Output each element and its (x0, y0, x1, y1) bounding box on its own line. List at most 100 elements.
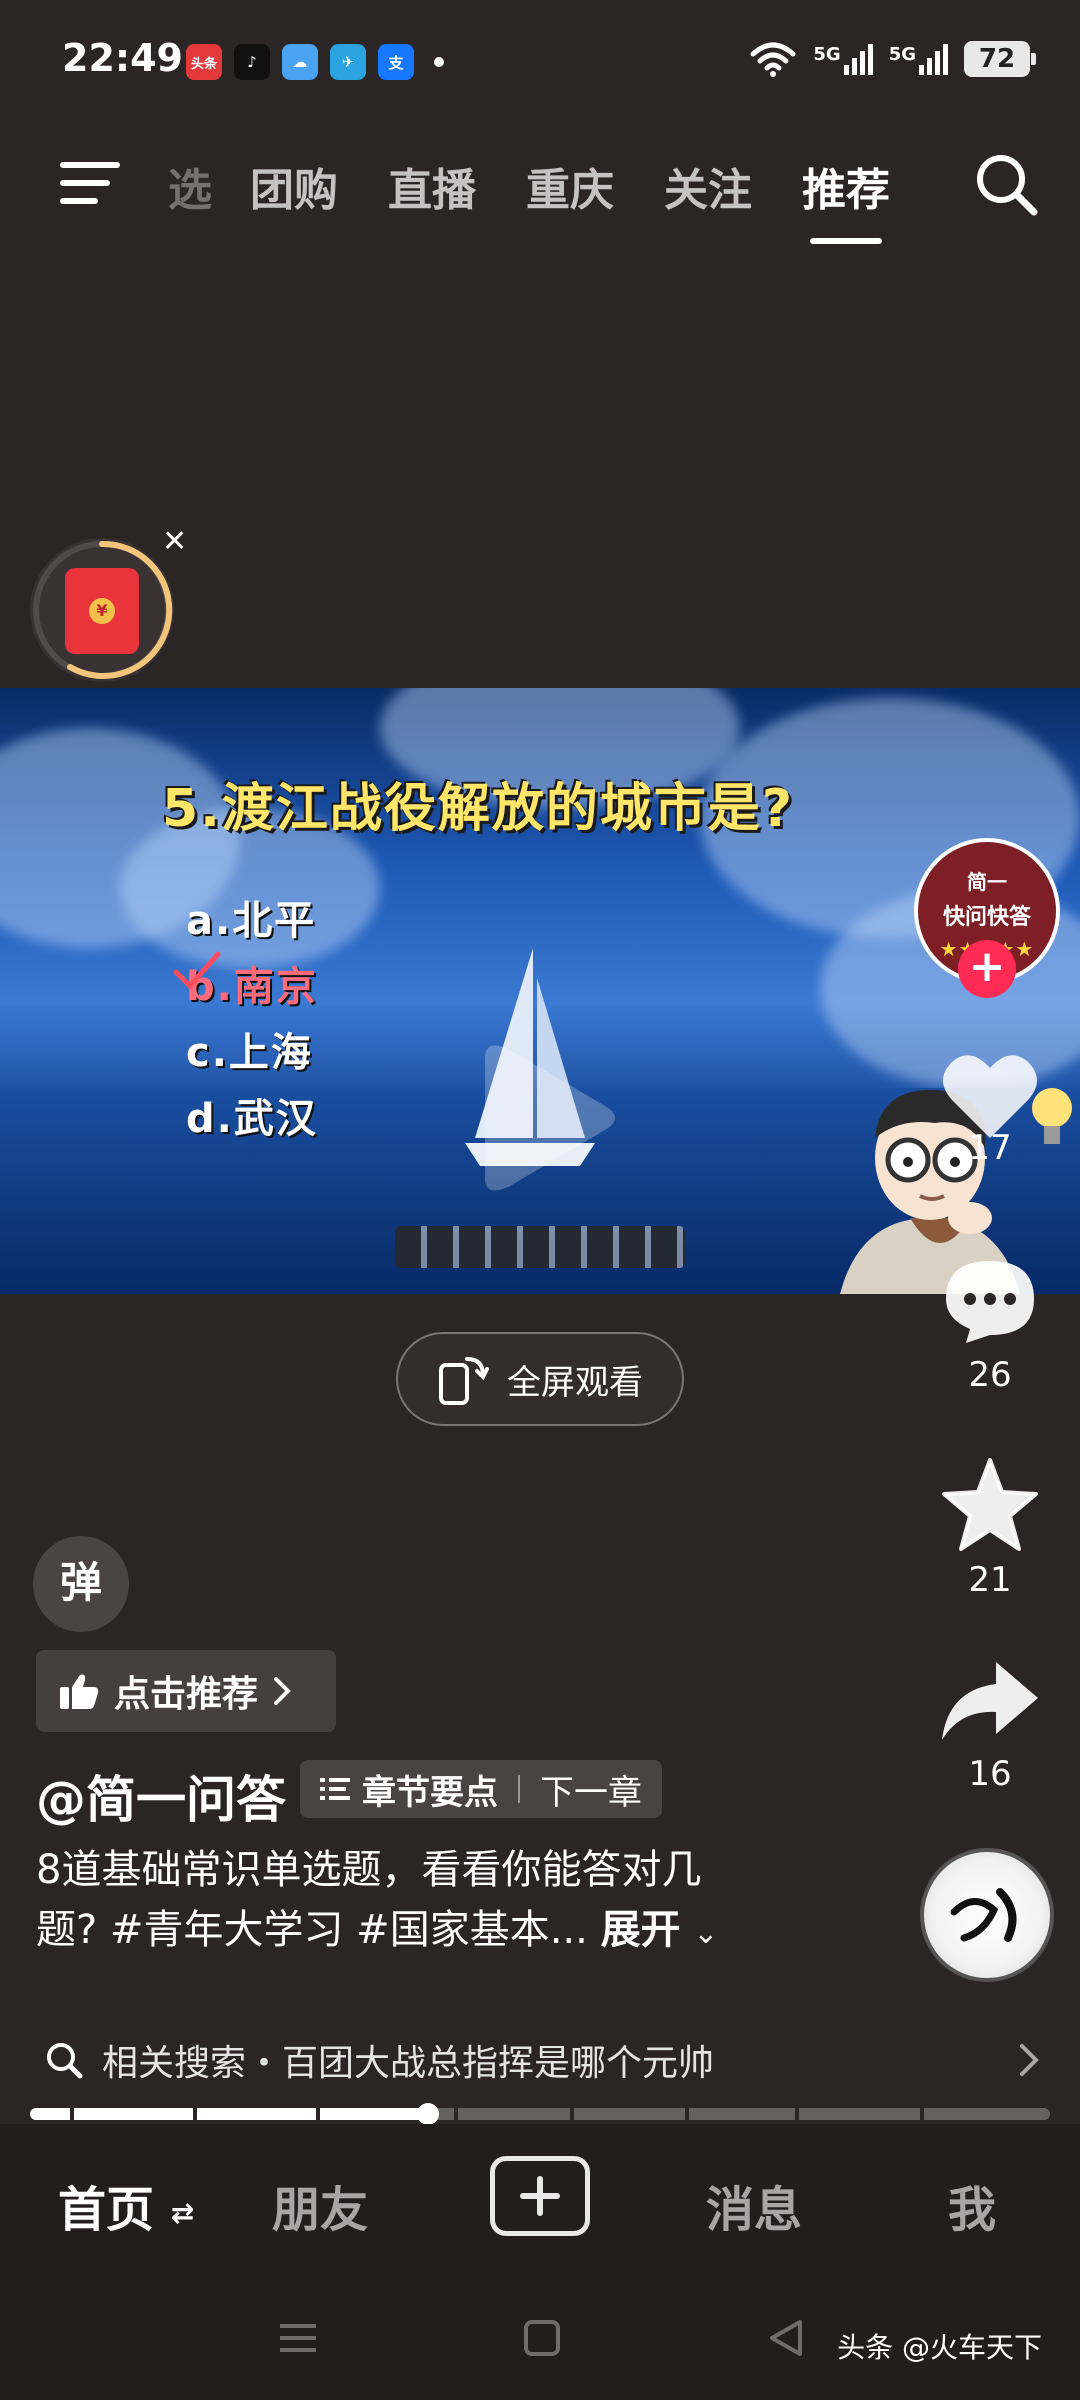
search-icon (47, 2043, 83, 2079)
list-icon (320, 1778, 350, 1800)
chevron-down-icon[interactable]: ⌄ (693, 1916, 718, 1951)
watermark: 头条 @火车天下 (837, 2331, 1042, 2364)
network-type-1: 5G (813, 43, 841, 65)
battery-icon: 72 (964, 41, 1036, 77)
rotate-screen-icon (439, 1357, 489, 1405)
system-nav-bar: 头条 @火车天下 (0, 2274, 1080, 2400)
follow-button[interactable]: + (958, 940, 1016, 998)
tab-jingxuan[interactable]: 选 (155, 154, 225, 218)
weather-icon: ☁ (282, 44, 318, 80)
quiz-option-c: c.上海 (186, 1030, 313, 1076)
play-icon[interactable] (455, 1038, 625, 1198)
more-notifications-dot (434, 57, 444, 67)
fullscreen-button[interactable]: 全屏观看 (396, 1332, 684, 1426)
quiz-option-d: d.武汉 (186, 1096, 318, 1142)
calligraphy-icon (950, 1888, 1017, 1942)
progress-tick (920, 2108, 924, 2120)
tab-guanzhu[interactable]: 关注 (639, 154, 777, 218)
yuan-coin-icon: ¥ (89, 598, 115, 624)
status-indicators: 5G 5G 72 (749, 40, 1036, 78)
status-time: 22:49 (62, 36, 183, 80)
red-packet-widget[interactable]: ¥ (30, 538, 174, 682)
chapter-pill[interactable]: 章节要点 下一章 (300, 1760, 662, 1818)
top-nav: 选 团购 直播 重庆 关注 推荐 (0, 130, 1080, 240)
progress-tick (70, 2108, 74, 2120)
comment-count: 26 (968, 1355, 1012, 1395)
expand-link[interactable]: 展开 (601, 1907, 681, 1953)
next-chapter-label[interactable]: 下一章 (540, 1765, 642, 1814)
nav-me[interactable]: 我 (948, 2170, 996, 2240)
status-bar: 22:49 头条 ♪ ☁ ✈ 支 5G 5G 72 (0, 0, 1080, 120)
douyin-icon: ♪ (234, 44, 270, 80)
share-icon[interactable] (938, 1656, 1042, 1746)
related-search-bar[interactable]: 相关搜索・百团大战总指挥是哪个元帅 (0, 2020, 1080, 2100)
progress-tick (193, 2108, 197, 2120)
menu-icon[interactable] (60, 158, 122, 208)
alipay-icon: 支 (378, 44, 414, 80)
quiz-option-a: a.北平 (186, 898, 317, 944)
description-line-2: 题? #青年大学习 #国家基本... 展开 ⌄ (36, 1900, 836, 1964)
nav-home-label: 首页 (58, 2182, 155, 2238)
blurred-subtitle (395, 1226, 685, 1268)
favorite-count: 21 (968, 1560, 1012, 1600)
progress-knob[interactable] (416, 2103, 439, 2125)
related-search-text: 相关搜索・百团大战总指挥是哪个元帅 (102, 2043, 715, 2084)
progress-tick (570, 2108, 574, 2120)
swap-icon: ⇄ (170, 2196, 195, 2230)
progress-tick (316, 2108, 320, 2120)
video-player[interactable]: 5.渡江战役解放的城市是? a.北平 b.南京 c.上海 d.武汉 简一 快问快… (0, 688, 1080, 1294)
progress-tick (685, 2108, 689, 2120)
share-count: 16 (968, 1754, 1012, 1794)
comment-action[interactable]: 26 (930, 1255, 1050, 1395)
progress-tick (454, 2108, 458, 2120)
video-description: 8道基础常识单选题，看看你能答对几 题? #青年大学习 #国家基本... 展开 … (36, 1840, 836, 1964)
tab-zhibo[interactable]: 直播 (363, 154, 501, 218)
plus-icon (520, 2176, 560, 2216)
thumbs-up-icon (60, 1674, 99, 1709)
nav-messages[interactable]: 消息 (706, 2170, 802, 2240)
toutiao-icon: 头条 (186, 44, 222, 80)
tab-chongqing[interactable]: 重庆 (501, 154, 639, 218)
channel-badge-line1: 简一 (967, 870, 1007, 894)
recent-apps-icon[interactable] (278, 2318, 318, 2358)
status-app-icons: 头条 ♪ ☁ ✈ 支 (186, 44, 444, 80)
quiz-question: 5.渡江战役解放的城市是? (162, 779, 795, 839)
bottom-nav: 首页 ⇄ 朋友 消息 我 (0, 2124, 1080, 2274)
close-icon[interactable]: ✕ (162, 524, 187, 559)
progress-fill (30, 2108, 428, 2120)
red-packet-icon: ¥ (65, 568, 139, 654)
recommend-label: 点击推荐 (114, 1674, 259, 1715)
signal-icon-2: 5G (888, 43, 948, 75)
video-progress-bar[interactable] (30, 2103, 1050, 2125)
home-icon[interactable] (522, 2318, 562, 2358)
favorite-action[interactable]: 21 (930, 1456, 1050, 1600)
back-icon[interactable] (766, 2318, 806, 2358)
telegram-icon: ✈ (330, 44, 366, 80)
description-line-1: 8道基础常识单选题，看看你能答对几 (36, 1847, 702, 1893)
like-action[interactable]: 17 (930, 1050, 1050, 1168)
channel-badge-line2: 快问快答 (942, 905, 1031, 930)
star-icon[interactable] (940, 1456, 1040, 1552)
progress-tick (795, 2108, 799, 2120)
tab-tuijian[interactable]: 推荐 (777, 154, 915, 218)
chapter-points-label[interactable]: 章节要点 (362, 1765, 498, 1814)
music-disc-avatar[interactable] (920, 1848, 1054, 1982)
network-type-2: 5G (888, 43, 916, 65)
nav-friends[interactable]: 朋友 (272, 2170, 368, 2240)
chevron-right-icon (274, 1677, 291, 1705)
tab-tuangou[interactable]: 团购 (225, 154, 363, 218)
comment-icon[interactable] (940, 1255, 1040, 1347)
create-button[interactable] (490, 2156, 590, 2236)
search-icon[interactable] (972, 150, 1042, 220)
nav-home[interactable]: 首页 ⇄ (58, 2170, 194, 2240)
author-name[interactable]: @简一问答 (36, 1760, 286, 1832)
nav-tabs: 选 团购 直播 重庆 关注 推荐 (155, 154, 915, 218)
chapter-divider (518, 1775, 520, 1803)
share-action[interactable]: 16 (930, 1656, 1050, 1794)
recommend-button[interactable]: 点击推荐 (36, 1650, 336, 1732)
fullscreen-label: 全屏观看 (507, 1362, 643, 1403)
description-text: 题? #青年大学习 #国家基本... (36, 1907, 588, 1953)
wifi-icon (750, 42, 796, 77)
chevron-right-icon (1020, 2044, 1039, 2076)
danmaku-toggle[interactable]: 弹 (33, 1536, 129, 1632)
